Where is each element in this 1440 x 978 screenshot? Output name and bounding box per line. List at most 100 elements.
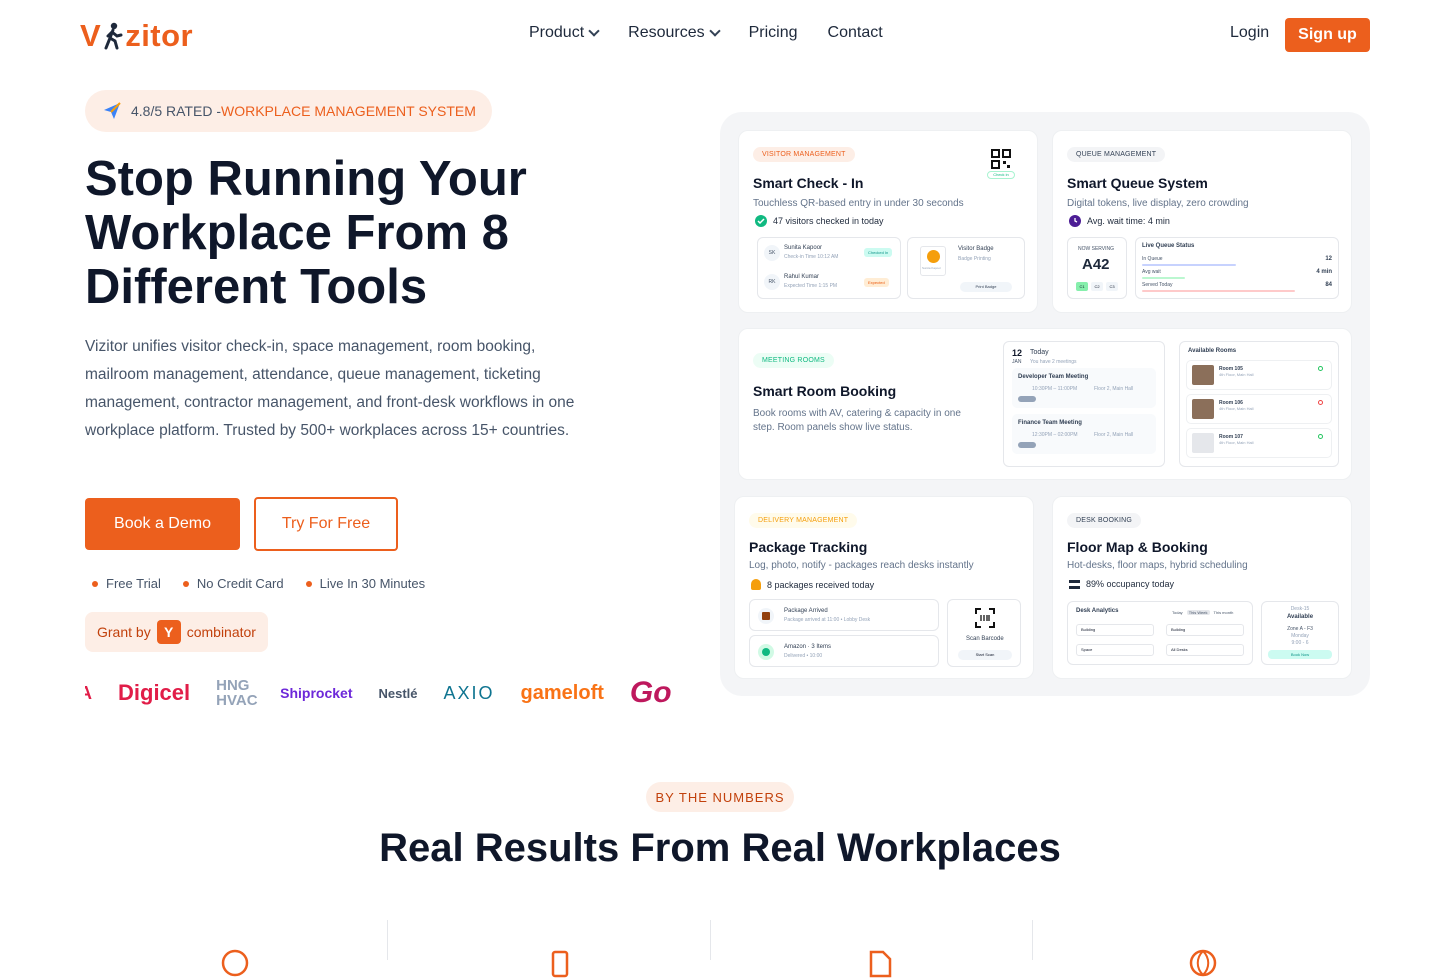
rating-text: 4.8/5 RATED - bbox=[131, 103, 221, 119]
tab-today[interactable]: Today bbox=[1172, 610, 1183, 615]
room-location: 4th Floor, Main Hall bbox=[1219, 440, 1254, 445]
meeting-title: Finance Team Meeting bbox=[1018, 420, 1082, 426]
card-title: Smart Check - In bbox=[753, 175, 864, 191]
card-stat: Avg. wait time: 4 min bbox=[1069, 215, 1170, 227]
client-logos: A Digicel HNG HVAC Shiprocket Nestlé AXI… bbox=[85, 666, 673, 720]
yc-grant-badge: Grant by Y combinator bbox=[85, 612, 268, 652]
chevron-down-icon bbox=[588, 25, 600, 37]
start-scan-button[interactable]: Start Scan bbox=[958, 650, 1012, 660]
menu-resources[interactable]: Resources bbox=[628, 24, 721, 42]
room-item[interactable]: Room 105 4th Floor, Main Hall bbox=[1186, 360, 1332, 390]
book-demo-button[interactable]: Book a Demo bbox=[85, 498, 240, 550]
package-meta: Delivered • 10:00 bbox=[784, 653, 823, 659]
rooms-title: Available Rooms bbox=[1188, 348, 1237, 354]
menu-product[interactable]: Product bbox=[529, 24, 600, 42]
visitor-meta: Check-in Time 10:12 AM bbox=[784, 254, 839, 260]
meeting-item[interactable]: Developer Team Meeting 10:30PM – 11:00PM… bbox=[1012, 368, 1156, 408]
avatar: SK bbox=[764, 245, 780, 261]
feature-list: Free Trial No Credit Card Live In 30 Min… bbox=[92, 576, 425, 591]
section-tag: BY THE NUMBERS bbox=[646, 782, 794, 812]
card-subtitle: Book rooms with AV, catering & capacity … bbox=[753, 408, 961, 433]
card-subtitle: Hot-desks, floor maps, hybrid scheduling bbox=[1067, 560, 1248, 571]
meeting-item[interactable]: Finance Team Meeting 12:30PM – 02:00PM F… bbox=[1012, 414, 1156, 454]
menu-contact[interactable]: Contact bbox=[828, 24, 883, 42]
visitor-management-card[interactable]: VISITOR MANAGEMENT Check in Smart Check … bbox=[738, 130, 1038, 313]
chevron-down-icon bbox=[708, 25, 721, 37]
product-preview-panel: VISITOR MANAGEMENT Check in Smart Check … bbox=[720, 112, 1370, 696]
phone-icon bbox=[551, 950, 569, 978]
room-photo bbox=[1192, 365, 1214, 385]
signup-button[interactable]: Sign up bbox=[1285, 18, 1370, 52]
desk-detail: Desk-15 Available Zone A - F3 Monday 9:0… bbox=[1261, 601, 1339, 665]
desk-analytics: Desk Analytics Today This Week This mont… bbox=[1067, 601, 1253, 665]
qr-code-icon bbox=[991, 149, 1011, 169]
clock-icon bbox=[221, 949, 249, 977]
counter-chip[interactable]: C1 bbox=[1076, 282, 1088, 291]
counter-chip[interactable]: C3 bbox=[1106, 282, 1118, 291]
scan-barcode-box: Scan Barcode Start Scan bbox=[947, 599, 1021, 667]
room-item[interactable]: Room 107 4th Floor, Main Hall bbox=[1186, 428, 1332, 458]
card-stat: 8 packages received today bbox=[751, 579, 874, 590]
room-photo bbox=[1192, 433, 1214, 453]
now-serving-box: NOW SERVING A42 C1 C2 C3 bbox=[1067, 237, 1127, 299]
date-month: JAN bbox=[1012, 359, 1022, 365]
book-desk-button[interactable]: Book Now bbox=[1268, 650, 1332, 659]
tab-month[interactable]: This month bbox=[1214, 610, 1234, 615]
login-link[interactable]: Login bbox=[1230, 24, 1269, 42]
desk-booking-card[interactable]: DESK BOOKING Floor Map & Booking Hot-des… bbox=[1052, 496, 1352, 679]
desk-day: Monday bbox=[1291, 633, 1309, 639]
globe-icon bbox=[1189, 949, 1217, 977]
card-title: Floor Map & Booking bbox=[1067, 539, 1208, 555]
space-select[interactable]: Space bbox=[1076, 644, 1154, 656]
room-location: 4th Floor, Main Hall bbox=[1219, 372, 1254, 377]
layers-icon bbox=[1069, 579, 1080, 589]
meeting-time: 10:30PM – 11:00PM bbox=[1032, 386, 1078, 392]
room-booking-card[interactable]: MEETING ROOMS Smart Room Booking Book ro… bbox=[738, 328, 1352, 480]
delivery-management-card[interactable]: DELIVERY MANAGEMENT Package Tracking Log… bbox=[734, 496, 1034, 679]
try-free-button[interactable]: Try For Free bbox=[254, 497, 398, 551]
visitor-name: Rahul Kumar bbox=[784, 274, 820, 280]
package-meta: Package arrived at 11:00 • Lobby Desk bbox=[784, 617, 871, 623]
card-title: Smart Queue System bbox=[1067, 175, 1208, 191]
avatar: RK bbox=[764, 274, 780, 290]
queue-row-value: 4 min bbox=[1316, 269, 1332, 275]
menu-pricing[interactable]: Pricing bbox=[749, 24, 798, 42]
building-select[interactable]: Building bbox=[1076, 624, 1154, 636]
room-status-dot bbox=[1318, 400, 1323, 405]
client-logo: AXIO bbox=[443, 682, 495, 703]
badge-frame: Sunita Kapoor bbox=[920, 246, 946, 276]
meeting-place: Floor 2, Main Hall bbox=[1094, 386, 1134, 392]
desk-select[interactable]: All Desks bbox=[1166, 644, 1244, 656]
feature-item: Free Trial bbox=[92, 576, 161, 591]
walking-person-icon bbox=[104, 22, 123, 50]
print-badge-button[interactable]: Print Badge bbox=[960, 282, 1012, 292]
analytics-title: Desk Analytics bbox=[1076, 608, 1119, 614]
desk-zone: Zone A - F3 bbox=[1287, 626, 1313, 632]
queue-row-label: Served Today bbox=[1142, 282, 1173, 288]
queue-progress-bar bbox=[1142, 290, 1295, 292]
logo[interactable]: V zitor bbox=[80, 18, 193, 54]
card-subtitle: Digital tokens, live display, zero crowd… bbox=[1067, 198, 1249, 209]
card-tag: DESK BOOKING bbox=[1067, 513, 1142, 528]
divider bbox=[387, 920, 388, 960]
room-item[interactable]: Room 106 4th Floor, Main Hall bbox=[1186, 394, 1332, 424]
rating-tag: WORKPLACE MANAGEMENT SYSTEM bbox=[221, 103, 476, 119]
queue-progress-bar bbox=[1142, 277, 1185, 279]
desk-id: Desk-15 bbox=[1290, 606, 1310, 612]
grant-prefix: Grant by bbox=[97, 624, 151, 640]
tab-week[interactable]: This Week bbox=[1186, 610, 1210, 615]
check-circle-icon bbox=[755, 215, 767, 227]
package-item[interactable]: Amazon · 3 Items Delivered • 10:00 bbox=[749, 635, 939, 667]
card-tag: VISITOR MANAGEMENT bbox=[753, 147, 855, 162]
feature-item: Live In 30 Minutes bbox=[305, 576, 425, 591]
building-select-2[interactable]: Building bbox=[1166, 624, 1244, 636]
main-menu: Product Resources Pricing Contact bbox=[529, 24, 883, 42]
attendee-avatars bbox=[1018, 396, 1036, 402]
date-label: Today bbox=[1030, 349, 1049, 356]
package-item[interactable]: Package Arrived Package arrived at 11:00… bbox=[749, 599, 939, 631]
counter-chip[interactable]: C2 bbox=[1091, 282, 1103, 291]
card-title: Smart Room Booking bbox=[753, 383, 897, 399]
room-location: 4th Floor, Main Hall bbox=[1219, 406, 1254, 411]
card-tag: MEETING ROOMS bbox=[753, 353, 834, 368]
queue-management-card[interactable]: QUEUE MANAGEMENT Smart Queue System Digi… bbox=[1052, 130, 1352, 313]
